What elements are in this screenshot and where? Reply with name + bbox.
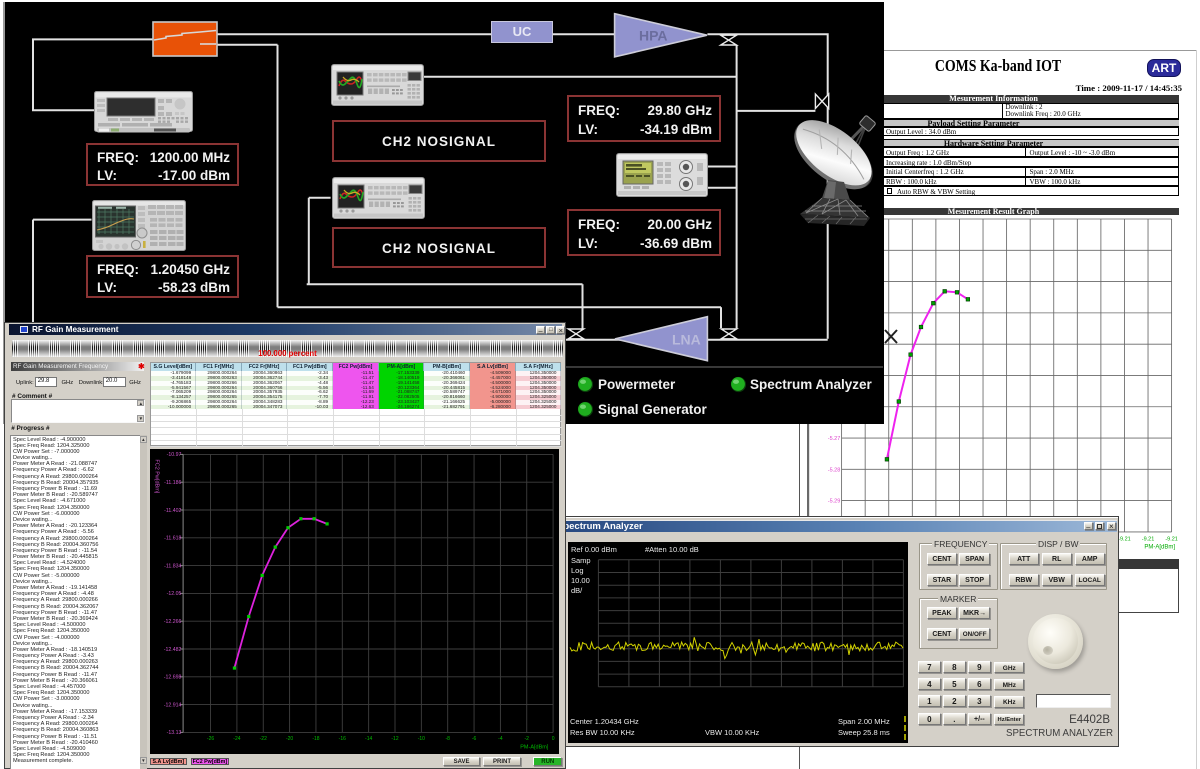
svg-text:Ref 0.00 dBm: Ref 0.00 dBm [571, 545, 617, 554]
svg-text:Center 1.20434 GHz: Center 1.20434 GHz [570, 717, 639, 726]
svg-text:-5.28: -5.28 [828, 467, 841, 473]
svg-text:Res BW 10.00 KHz: Res BW 10.00 KHz [570, 728, 635, 737]
svg-text:-10: -10 [417, 735, 424, 741]
svg-text:-16: -16 [338, 735, 345, 741]
svg-text:-9.21: -9.21 [1118, 536, 1131, 542]
svg-text:-5.29: -5.29 [828, 499, 841, 505]
svg-text:Span 2.00 MHz: Span 2.00 MHz [838, 717, 890, 726]
svg-text:-11.186: -11.186 [164, 480, 181, 486]
svg-text:HPA: HPA [639, 28, 668, 44]
svg-text:-4: -4 [498, 735, 503, 741]
svg-text:0: 0 [551, 735, 554, 741]
svg-text:-22: -22 [259, 735, 266, 741]
svg-text:-6: -6 [471, 735, 476, 741]
svg-text:-11.618: -11.618 [164, 535, 181, 541]
svg-text:-9.21: -9.21 [1165, 536, 1178, 542]
svg-text:-12.266: -12.266 [163, 619, 181, 625]
svg-text:-18: -18 [312, 735, 319, 741]
svg-text:PM-A[dBm]: PM-A[dBm] [1144, 545, 1175, 551]
svg-text:-11.402: -11.402 [164, 507, 181, 513]
svg-text:PM-A[dBm]: PM-A[dBm] [520, 744, 549, 750]
svg-text:-5.27: -5.27 [828, 436, 841, 442]
svg-text:-9.21: -9.21 [1142, 536, 1155, 542]
svg-text:-11.834: -11.834 [164, 563, 181, 569]
svg-text:LNA: LNA [672, 332, 701, 348]
svg-text:-8: -8 [445, 735, 450, 741]
svg-text:-12: -12 [391, 735, 398, 741]
svg-text:-12.05: -12.05 [166, 591, 181, 597]
svg-text:Log: Log [571, 566, 584, 575]
svg-text:dB/: dB/ [571, 586, 583, 595]
svg-text:Sweep 25.8 ms: Sweep 25.8 ms [838, 728, 890, 737]
svg-text:-20: -20 [286, 735, 293, 741]
svg-text:-12.914: -12.914 [163, 702, 181, 708]
svg-text:VBW 10.00 KHz: VBW 10.00 KHz [705, 728, 759, 737]
svg-text:-14: -14 [365, 735, 372, 741]
svg-text:-10.97: -10.97 [166, 452, 181, 458]
svg-text:-2: -2 [524, 735, 529, 741]
svg-text:10.00: 10.00 [571, 576, 590, 585]
svg-text:#Atten 10.00 dB: #Atten 10.00 dB [645, 545, 699, 554]
svg-text:-24: -24 [233, 735, 240, 741]
svg-text:-12.482: -12.482 [163, 646, 181, 652]
svg-text:-26: -26 [207, 735, 214, 741]
svg-text:-13.13: -13.13 [166, 730, 181, 736]
svg-text:FC2 Pw[dBm]: FC2 Pw[dBm] [153, 459, 159, 493]
svg-text:Samp: Samp [571, 556, 591, 565]
svg-text:-12.698: -12.698 [163, 674, 181, 680]
